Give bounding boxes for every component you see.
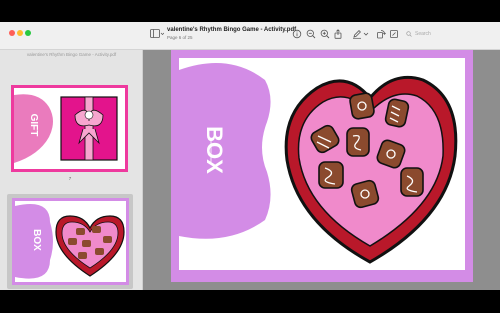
pdf-page: BOX xyxy=(171,50,473,282)
search-placeholder: Search xyxy=(415,31,431,37)
box-thumb-text: BOX xyxy=(31,229,42,251)
thumbnail-sidebar: valentine's Rhythm Bingo Game - Activity… xyxy=(0,50,143,290)
search-icon xyxy=(406,31,412,37)
minimize-window-button[interactable] xyxy=(17,30,23,36)
chocolate-piece xyxy=(349,92,375,120)
document-view[interactable]: BOX xyxy=(143,50,500,290)
annotate-icon[interactable] xyxy=(389,29,399,39)
thumbnail-page-7[interactable]: GIFT xyxy=(11,85,128,172)
gift-page-thumbnail: GIFT xyxy=(11,85,128,172)
chevron-down-icon[interactable] xyxy=(363,29,369,39)
box-page-thumbnail: BOX xyxy=(12,198,129,285)
document-title: valentine's Rhythm Bingo Game - Activity… xyxy=(167,27,297,33)
title-bar: valentine's Rhythm Bingo Game - Activity… xyxy=(0,22,500,50)
share-icon[interactable] xyxy=(333,29,343,39)
gift-page-text: GIFT xyxy=(28,114,39,137)
box-label: BOX xyxy=(202,126,227,174)
search-field[interactable]: Search xyxy=(403,28,493,40)
chocolate-piece xyxy=(350,179,380,209)
thumbnail-page-8[interactable]: BOX xyxy=(7,194,133,289)
zoom-window-button[interactable] xyxy=(25,30,31,36)
close-window-button[interactable] xyxy=(9,30,15,36)
sidebar-header: valentine's Rhythm Bingo Game - Activity… xyxy=(26,52,117,57)
page-number-7: 7 xyxy=(68,176,72,181)
zoom-in-icon[interactable] xyxy=(320,29,330,39)
rotate-icon[interactable] xyxy=(376,29,386,39)
chocolate-piece xyxy=(346,127,370,157)
info-icon[interactable] xyxy=(292,29,302,39)
box-page-artwork: BOX xyxy=(171,50,473,282)
zoom-out-icon[interactable] xyxy=(306,29,316,39)
sidebar-toggle-icon[interactable] xyxy=(150,29,164,39)
preview-window: valentine's Rhythm Bingo Game - Activity… xyxy=(0,22,500,290)
page-count: Page 6 of 25 xyxy=(167,35,193,40)
markup-icon[interactable] xyxy=(352,29,362,39)
